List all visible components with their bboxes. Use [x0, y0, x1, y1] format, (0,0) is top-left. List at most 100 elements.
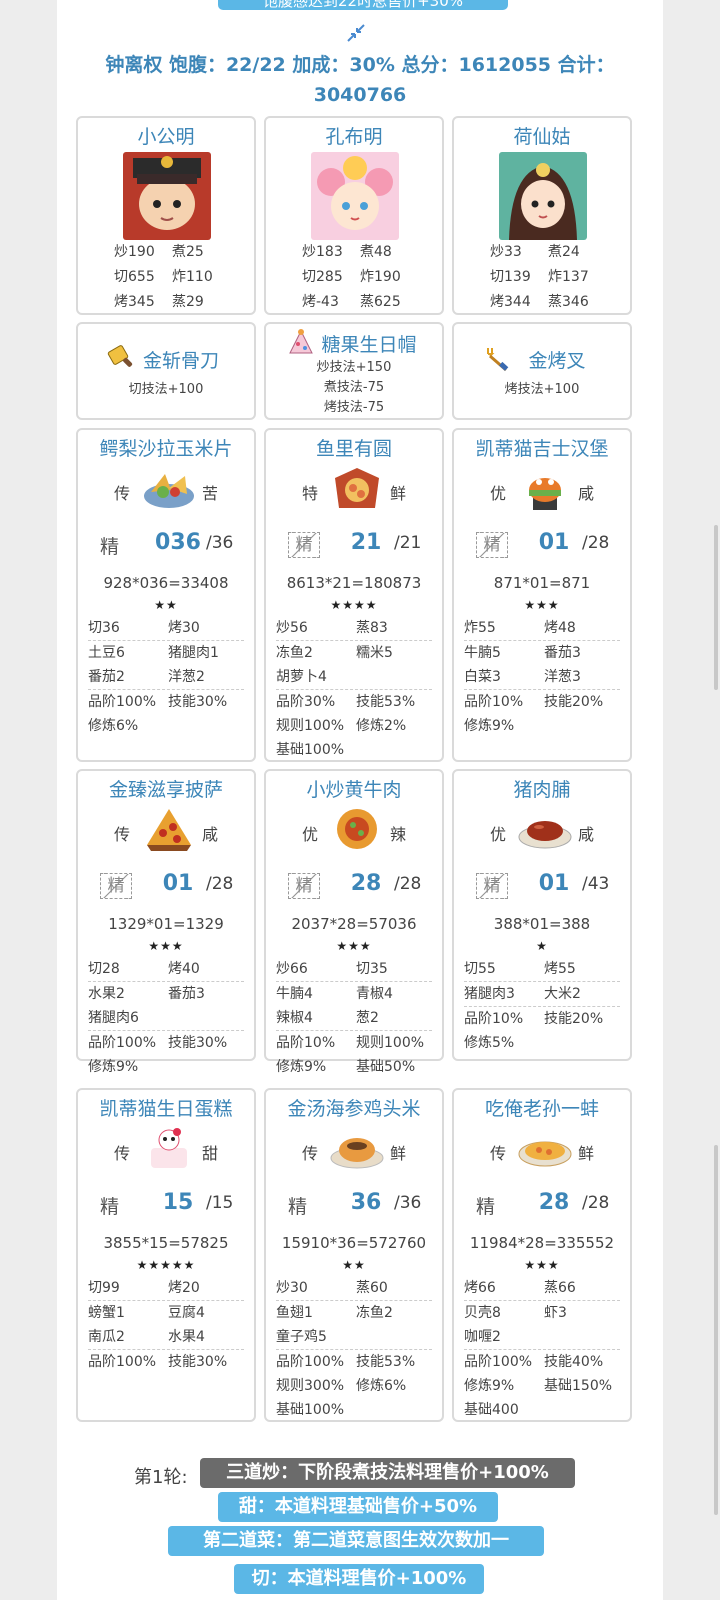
dish-card[interactable]: 金汤海参鸡头米传 鲜精 36/36 15910*36=572760 ★★ 炒30 蒸60 鱼翅… [264, 1088, 444, 1422]
dish-flavor: 咸 [201, 825, 218, 844]
dish-detail-item: 基础100% [276, 1402, 345, 1418]
dish-detail-item: 白菜3 [464, 669, 501, 685]
equip-card[interactable]: 金斩骨刀 切技法+100 [76, 322, 256, 420]
dish-card[interactable]: 小炒黄牛肉优 辣精 28/28 2037*28=57036 ★★★ 炒66 切35 牛腩4 青椒… [264, 769, 444, 1075]
dish-detail-item: 糯米5 [356, 645, 393, 661]
dish-detail-item: 烤40 [168, 961, 200, 977]
dish-quality-tag[interactable]: 精 [476, 532, 508, 558]
dish-price-formula: 1329*01=1329 [108, 915, 224, 933]
dish-card[interactable]: 鳄梨沙拉玉米片传 苦精 036/36 928*036=33408 ★★ 切36 烤30 土豆6… [76, 428, 256, 762]
dish-detail-row: 品阶10% 技能20% [464, 690, 620, 714]
dish-image [517, 805, 573, 853]
dish-detail-row: 咖喱2 [464, 1325, 620, 1349]
dish-quantity[interactable]: 28 [528, 1190, 580, 1215]
dish-quantity-row: 精 01/28 [454, 530, 630, 560]
dish-quality-tag[interactable]: 精 [476, 1192, 495, 1219]
dish-detail-row: 猪腿肉3 大米2 [464, 982, 620, 1006]
equip-card[interactable]: 金烤叉 烤技法+100 [452, 322, 632, 420]
chef-stat: 切655 [114, 269, 155, 285]
dish-detail-row: 切55 烤55 [464, 957, 620, 981]
dish-quantity[interactable]: 01 [528, 871, 580, 896]
chef-stat: 炒183 [302, 244, 343, 260]
dish-card[interactable]: 凯蒂猫吉士汉堡优 咸精 01/28 871*01=871 ★★★ 炸55 烤48 牛腩5 番茄3… [452, 428, 632, 762]
dish-quantity[interactable]: 01 [528, 530, 580, 555]
dish-star-rating: ★★ [342, 1258, 366, 1272]
chef-card[interactable]: 孔布明 炒183 煮48 切285 炸190 烤-43 蒸625 [264, 116, 444, 315]
round-rule-4: 切：本道料理售价+100% [234, 1564, 484, 1594]
dish-detail-item: 品阶100% [88, 1035, 157, 1051]
dish-quantity[interactable]: 21 [340, 530, 392, 555]
round-rule-2: 甜：本道料理基础售价+50% [218, 1492, 498, 1522]
dish-detail-row: 炒30 蒸60 [276, 1276, 432, 1300]
dish-quantity-row: 精 01/28 [78, 871, 254, 901]
dish-star-rating: ★★★ [524, 1258, 560, 1272]
dish-quantity[interactable]: 36 [340, 1190, 392, 1215]
dish-quality-tag[interactable]: 精 [288, 532, 320, 558]
scrollbar-upper[interactable] [714, 525, 718, 690]
equip-card[interactable]: 糖果生日帽 炒技法+150 煮技法-75 烤技法-75 [264, 322, 444, 420]
chef-card[interactable]: 荷仙姑 炒33 煮24 切139 炸137 烤344 蒸346 [452, 116, 632, 315]
dish-card[interactable]: 吃俺老孙一蚌传 鲜精 28/28 11984*28=335552 ★★★ 烤66 蒸66 贝壳… [452, 1088, 632, 1422]
dish-detail-item: 品阶100% [276, 1354, 345, 1370]
dish-quantity[interactable]: 036 [152, 530, 204, 555]
dish-detail-item: 鱼翅1 [276, 1305, 313, 1321]
dish-quality-tag[interactable]: 精 [288, 873, 320, 899]
dish-detail-row: 修炼9% 基础50% [276, 1055, 432, 1079]
equip-effect: 烤技法-75 [323, 400, 385, 415]
dish-quantity-row: 精 21/21 [266, 530, 442, 560]
dish-card[interactable]: 金臻滋享披萨传 咸精 01/28 1329*01=1329 ★★★ 切28 烤40 水果2 番茄… [76, 769, 256, 1075]
dish-name: 鳄梨沙拉玉米片 [99, 438, 233, 460]
dish-name: 金汤海参鸡头米 [287, 1098, 421, 1120]
chef-stat: 切139 [490, 269, 531, 285]
dish-max-quantity: /43 [582, 874, 610, 894]
dish-detail-row: 基础100% [276, 738, 432, 762]
dish-flavor: 甜 [201, 1144, 218, 1163]
chef-stat: 炸190 [360, 269, 401, 285]
dish-price-formula: 928*036=33408 [103, 574, 229, 592]
dish-detail-row: 白菜3 洋葱3 [464, 665, 620, 689]
scrollbar-lower[interactable] [714, 1145, 718, 1515]
dish-quality-tag[interactable]: 精 [100, 532, 119, 559]
dish-card[interactable]: 凯蒂猫生日蛋糕传 甜精 15/15 3855*15=57825 ★★★★★ 切99 烤20 螃… [76, 1088, 256, 1422]
dish-quality-tag[interactable]: 精 [100, 1192, 119, 1219]
dish-card[interactable]: 鱼里有圆特 鲜精 21/21 8613*21=180873 ★★★★ 炒56 蒸83 冻鱼2 糯… [264, 428, 444, 762]
dish-detail-item: 螃蟹1 [88, 1305, 125, 1321]
dish-quality-tag[interactable]: 精 [476, 873, 508, 899]
chef-stats: 炒33 煮24 切139 炸137 烤344 蒸346 [490, 240, 620, 315]
chef-stat: 蒸29 [172, 294, 204, 310]
dish-name: 吃俺老孙一蚌 [484, 1098, 599, 1120]
dish-detail-item: 烤66 [464, 1280, 496, 1296]
chef-stats: 炒190 煮25 切655 炸110 烤345 蒸29 [114, 240, 244, 315]
dish-star-rating: ★★★ [336, 939, 372, 953]
dish-max-quantity: /36 [206, 533, 234, 553]
dish-detail-item: 牛腩4 [276, 986, 313, 1002]
dish-flavor: 辣 [389, 825, 406, 844]
dish-detail-item: 猪腿肉3 [464, 986, 515, 1002]
dish-detail-row: 炒56 蒸83 [276, 616, 432, 640]
dish-detail-item: 洋葱2 [168, 669, 205, 685]
swap-arrows-icon[interactable] [345, 22, 367, 44]
dish-detail-row: 番茄2 洋葱2 [88, 665, 244, 689]
chef-name: 小公明 [137, 126, 195, 148]
dish-quantity-row: 精 28/28 [266, 871, 442, 901]
dish-detail-item: 青椒4 [356, 986, 393, 1002]
dish-quality-tag[interactable]: 精 [288, 1192, 307, 1219]
chef-card[interactable]: 小公明炒190 煮25 切655 炸110 烤345 蒸29 [76, 116, 256, 315]
dish-quantity[interactable]: 28 [340, 871, 392, 896]
dish-detail-row: 土豆6 猪腿肉1 [88, 641, 244, 665]
dish-detail-row: 辣椒4 葱2 [276, 1006, 432, 1030]
dish-detail-row: 品阶10% 技能20% [464, 1007, 620, 1031]
dish-detail-item: 烤30 [168, 620, 200, 636]
dish-detail-item: 品阶10% [464, 694, 524, 710]
dish-quantity[interactable]: 15 [152, 1190, 204, 1215]
dish-max-quantity: /28 [582, 533, 610, 553]
dish-detail-row: 牛腩4 青椒4 [276, 982, 432, 1006]
dish-quality-tag[interactable]: 精 [100, 873, 132, 899]
dish-card[interactable]: 猪肉脯优 咸精 01/43 388*01=388 ★ 切55 烤55 猪腿肉3 大米2 品阶10%… [452, 769, 632, 1061]
dish-rarity: 传 [114, 825, 131, 844]
chef-stat: 煮48 [360, 244, 392, 260]
dish-details: 切55 烤55 猪腿肉3 大米2 品阶10% 技能20% 修炼5% [464, 957, 620, 1055]
dish-quantity[interactable]: 01 [152, 871, 204, 896]
dish-detail-item: 基础150% [544, 1378, 613, 1394]
dish-detail-row: 修炼9% [88, 1055, 244, 1079]
